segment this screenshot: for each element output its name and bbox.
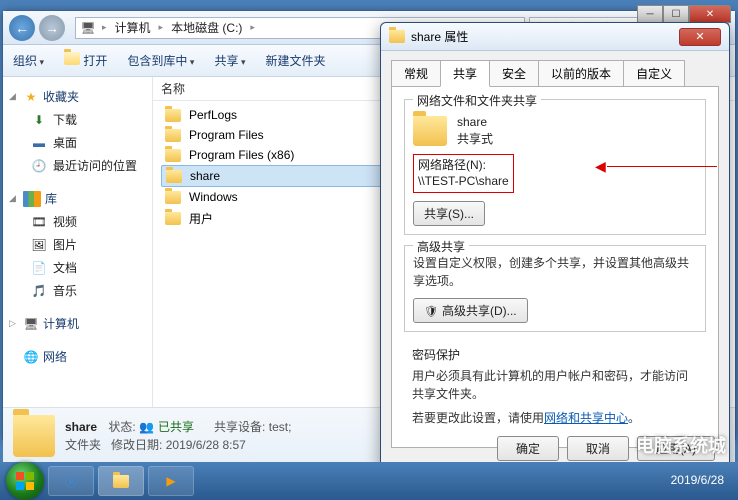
advanced-share-button[interactable]: 高级共享(D)...	[413, 298, 528, 323]
taskbar-explorer[interactable]	[98, 466, 144, 496]
dialog-title: share 属性	[411, 28, 468, 45]
forward-button[interactable]: →	[39, 15, 65, 41]
taskbar-media[interactable]: ▶	[148, 466, 194, 496]
sidebar-item-documents[interactable]: 📄文档	[7, 256, 148, 279]
sidebar: ◢★收藏夹 ⬇下载 ▬桌面 🕘最近访问的位置 ◢库 🎞视频 🖼图片 📄文档 🎵音…	[3, 77, 153, 407]
arrow-annotation: ◀	[595, 158, 606, 175]
password-desc2b: 。	[628, 411, 640, 425]
sidebar-item-videos[interactable]: 🎞视频	[7, 210, 148, 233]
group-title-password: 密码保护	[412, 346, 698, 363]
sidebar-computer[interactable]: ▷🖥计算机	[7, 312, 148, 335]
open-button[interactable]: 打开	[64, 52, 107, 69]
details-date-label: 修改日期:	[111, 438, 162, 452]
tab-2[interactable]: 安全	[489, 60, 539, 87]
folder-icon	[166, 170, 182, 183]
details-type: 文件夹	[65, 438, 101, 452]
sidebar-item-desktop[interactable]: ▬桌面	[7, 131, 148, 154]
watermark: 电脑系统城	[636, 432, 726, 458]
tab-panel-share: 网络文件和文件夹共享 share 共享式 网络路径(N): \\TEST-PC\…	[391, 86, 719, 448]
dialog-titlebar[interactable]: share 属性 ✕	[381, 23, 729, 51]
details-sharedev-label: 共享设备:	[214, 420, 265, 434]
organize-menu[interactable]: 组织	[13, 52, 44, 69]
sidebar-network[interactable]: 🌐网络	[7, 345, 148, 368]
star-icon: ★	[23, 89, 39, 105]
taskbar-ie[interactable]: ⓔ	[48, 466, 94, 496]
open-icon	[64, 52, 80, 65]
details-sharedev-value: test;	[269, 420, 292, 434]
ok-button[interactable]: 确定	[497, 436, 559, 461]
crumb-computer[interactable]: 计算机	[113, 19, 153, 36]
taskbar: ⓔ ▶ 2019/6/28	[0, 462, 738, 500]
dialog-close-button[interactable]: ✕	[679, 28, 721, 46]
folder-icon	[165, 109, 181, 122]
download-icon: ⬇	[31, 112, 47, 128]
details-status-value: 👥已共享	[139, 418, 194, 436]
sidebar-item-recent[interactable]: 🕘最近访问的位置	[7, 154, 148, 177]
include-menu[interactable]: 包含到库中	[127, 52, 194, 69]
details-name: share	[65, 420, 97, 434]
network-path-label: 网络路径(N):	[418, 157, 509, 174]
highlight-box: 网络路径(N): \\TEST-PC\share	[413, 154, 514, 194]
sidebar-favorites[interactable]: ◢★收藏夹	[7, 85, 148, 108]
file-name: share	[190, 169, 220, 183]
share-menu[interactable]: 共享	[214, 52, 245, 69]
folder-icon	[165, 212, 181, 225]
advanced-desc: 设置自定义权限，创建多个共享，并设置其他高级共享选项。	[413, 254, 697, 290]
share-name: share	[457, 114, 493, 131]
library-icon	[23, 191, 41, 207]
music-icon: 🎵	[31, 283, 47, 299]
group-title-advanced: 高级共享	[413, 238, 469, 255]
folder-icon	[165, 129, 181, 142]
start-button[interactable]	[6, 462, 44, 500]
folder-icon	[165, 149, 181, 162]
network-icon: 🌐	[23, 349, 39, 365]
tab-1[interactable]: 共享	[440, 60, 490, 87]
folder-icon	[389, 30, 405, 43]
tab-strip: 常规共享安全以前的版本自定义	[381, 51, 729, 86]
folder-icon	[13, 415, 55, 457]
computer-icon: 🖥	[80, 20, 96, 36]
shared-icon: 👥	[139, 418, 154, 436]
tab-0[interactable]: 常规	[391, 60, 441, 87]
file-name: 用户	[189, 210, 213, 227]
picture-icon: 🖼	[31, 237, 47, 253]
share-button[interactable]: 共享(S)...	[413, 201, 485, 226]
back-button[interactable]: ←	[9, 15, 35, 41]
close-button[interactable]: ✕	[689, 5, 731, 23]
newfolder-button[interactable]: 新建文件夹	[266, 52, 326, 69]
sidebar-item-downloads[interactable]: ⬇下载	[7, 108, 148, 131]
minimize-button[interactable]: ─	[637, 5, 663, 23]
sidebar-libraries[interactable]: ◢库	[7, 187, 148, 210]
details-date-value: 2019/6/28 8:57	[166, 438, 246, 452]
folder-icon	[113, 475, 129, 488]
desktop-icon: ▬	[31, 135, 47, 151]
group-title-netshare: 网络文件和文件夹共享	[413, 92, 541, 109]
document-icon: 📄	[31, 260, 47, 276]
sidebar-item-pictures[interactable]: 🖼图片	[7, 233, 148, 256]
window-controls: ─ ☐ ✕	[637, 5, 731, 23]
password-desc: 用户必须具有此计算机的用户帐户和密码，才能访问共享文件夹。	[412, 367, 698, 403]
network-path-value: \\TEST-PC\share	[418, 173, 509, 190]
details-status-label: 状态:	[108, 420, 135, 434]
tab-4[interactable]: 自定义	[623, 60, 685, 87]
file-name: PerfLogs	[189, 108, 237, 122]
network-center-link[interactable]: 网络和共享中心	[544, 411, 628, 425]
maximize-button[interactable]: ☐	[663, 5, 689, 23]
tab-3[interactable]: 以前的版本	[538, 60, 624, 87]
share-mode: 共享式	[457, 131, 493, 148]
file-name: Program Files (x86)	[189, 148, 294, 162]
crumb-drive[interactable]: 本地磁盘 (C:)	[169, 19, 244, 36]
cancel-button[interactable]: 取消	[567, 436, 629, 461]
recent-icon: 🕘	[31, 158, 47, 174]
properties-dialog: share 属性 ✕ 常规共享安全以前的版本自定义 网络文件和文件夹共享 sha…	[380, 22, 730, 472]
file-name: Program Files	[189, 128, 264, 142]
share-folder-icon	[413, 116, 447, 146]
clock[interactable]: 2019/6/28	[671, 473, 732, 488]
password-desc2a: 若要更改此设置，请使用	[412, 411, 544, 425]
computer-icon: 🖥	[23, 316, 39, 332]
sidebar-item-music[interactable]: 🎵音乐	[7, 279, 148, 302]
folder-icon	[165, 191, 181, 204]
video-icon: 🎞	[31, 214, 47, 230]
file-name: Windows	[189, 190, 238, 204]
